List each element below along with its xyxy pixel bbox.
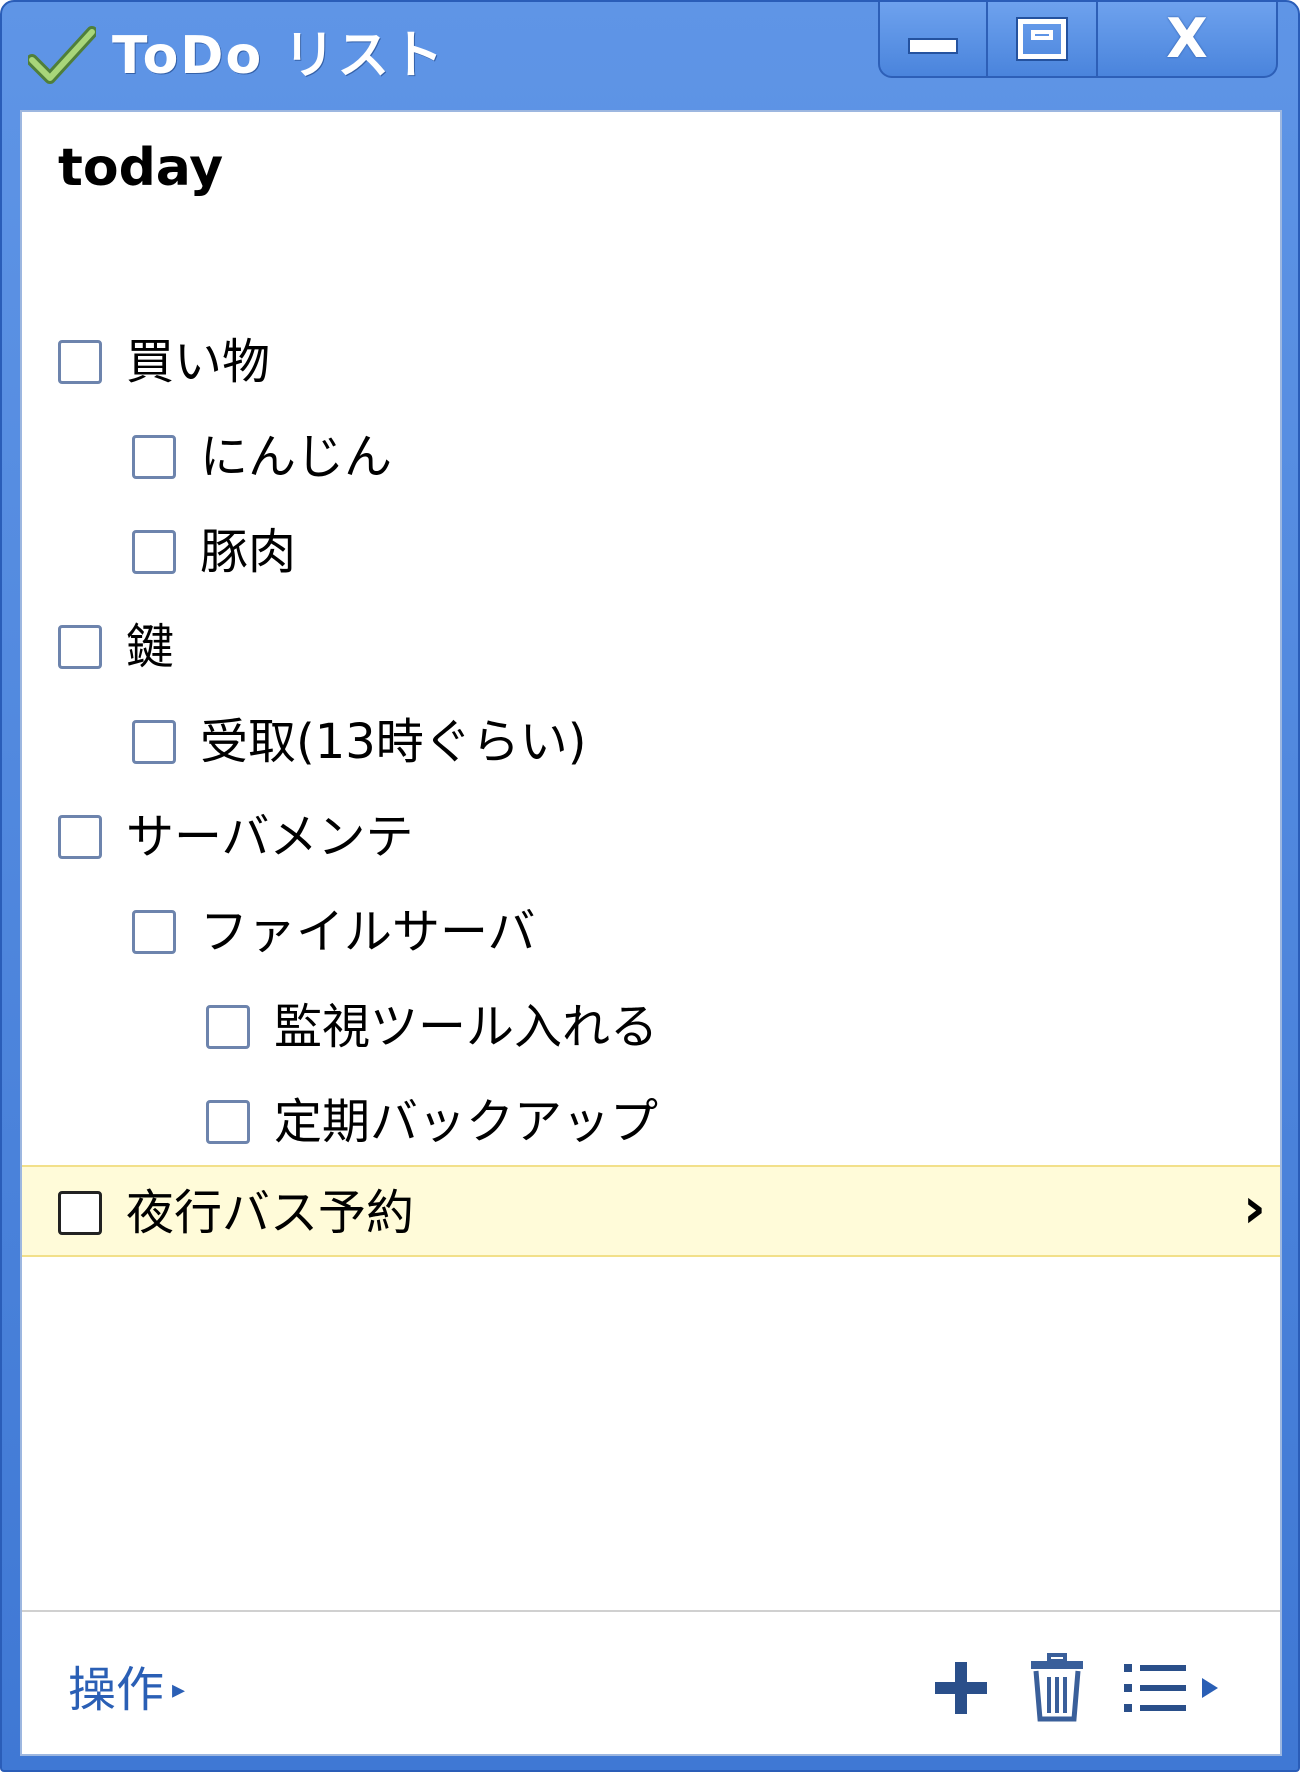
list-icon — [1124, 1664, 1218, 1712]
task-row-selected[interactable]: 夜行バス予約 › — [22, 1165, 1280, 1257]
actions-menu-link[interactable]: 操作 ▸ — [68, 1658, 185, 1722]
task-checkbox[interactable] — [58, 340, 102, 384]
task-label: 豚肉 — [200, 524, 297, 580]
task-checkbox[interactable] — [132, 910, 176, 954]
task-row[interactable]: 受取(13時ぐらい) — [22, 696, 1280, 788]
window-title: ToDo リスト — [112, 26, 446, 86]
task-label: 監視ツール入れる — [274, 999, 659, 1055]
minimize-icon — [908, 38, 958, 54]
actions-arrow-icon: ▸ — [172, 1675, 186, 1705]
task-checkbox[interactable] — [58, 815, 102, 859]
close-icon: X — [1166, 7, 1208, 70]
task-row[interactable]: 豚肉 — [22, 506, 1280, 598]
task-label: 鍵 — [126, 619, 175, 675]
delete-task-button[interactable] — [1022, 1652, 1092, 1724]
task-label: 買い物 — [126, 334, 271, 390]
task-label: 受取(13時ぐらい) — [200, 714, 587, 770]
task-row[interactable]: 買い物 — [22, 316, 1280, 408]
task-list-panel: today 買い物にんじん豚肉鍵受取(13時ぐらい) サーバメンテファイルサーバ監… — [20, 110, 1282, 1756]
task-checkbox[interactable] — [132, 720, 176, 764]
task-row[interactable]: ファイルサーバ — [22, 886, 1280, 978]
task-row[interactable]: 定期バックアップ — [22, 1076, 1280, 1168]
task-label: 夜行バス予約 — [126, 1185, 415, 1241]
task-checkbox[interactable] — [58, 1191, 102, 1235]
task-row[interactable]: にんじん — [22, 411, 1280, 503]
title-bar[interactable]: ToDo リスト X — [2, 2, 1298, 110]
task-label: ファイルサーバ — [200, 904, 536, 960]
task-checkbox[interactable] — [58, 625, 102, 669]
minimize-button[interactable] — [878, 2, 988, 78]
list-menu-button[interactable] — [1122, 1652, 1232, 1724]
plus-icon — [935, 1662, 987, 1714]
checkmark-icon — [28, 26, 96, 84]
maximize-button[interactable] — [988, 2, 1098, 78]
task-label: 定期バックアップ — [274, 1094, 659, 1150]
task-checkbox[interactable] — [206, 1005, 250, 1049]
task-checkbox[interactable] — [132, 435, 176, 479]
maximize-icon — [1018, 19, 1066, 59]
footer-toolbar: 操作 ▸ — [22, 1612, 1280, 1754]
add-task-button[interactable] — [926, 1652, 996, 1724]
task-row[interactable]: 監視ツール入れる — [22, 981, 1280, 1073]
task-row[interactable]: サーバメンテ — [22, 791, 1280, 883]
task-label: にんじん — [200, 429, 393, 485]
trash-icon — [1031, 1653, 1083, 1722]
task-details-chevron-icon[interactable]: › — [1243, 1177, 1266, 1241]
window-controls: X — [878, 2, 1278, 80]
task-checkbox[interactable] — [132, 530, 176, 574]
task-checkbox[interactable] — [206, 1100, 250, 1144]
todo-window: ToDo リスト X today 買い物にんじん豚肉鍵受取(13時ぐらい) サーバ… — [0, 0, 1300, 1772]
list-title: today — [58, 138, 224, 198]
task-row[interactable]: 鍵 — [22, 601, 1280, 693]
actions-label: 操作 — [68, 1662, 165, 1718]
task-label: サーバメンテ — [126, 809, 414, 865]
close-button[interactable]: X — [1098, 2, 1278, 78]
